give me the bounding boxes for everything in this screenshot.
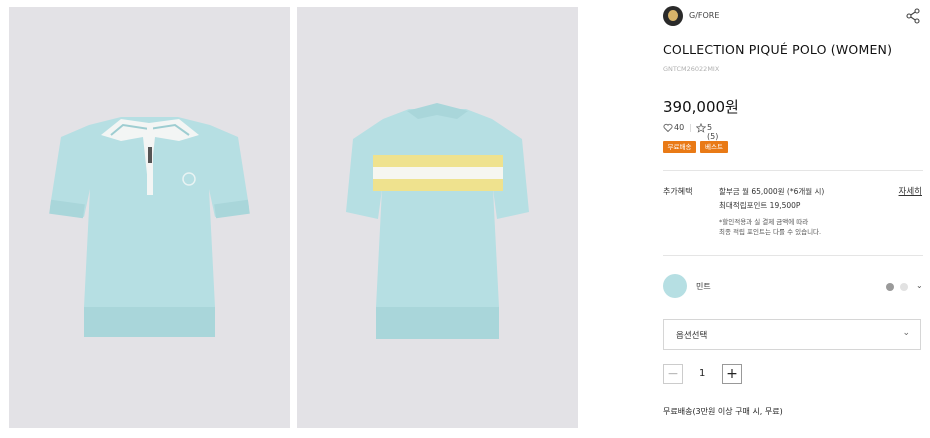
product-price: 390,000원 xyxy=(663,98,739,116)
benefits-note-2: 최종 적립 포인트는 다를 수 있습니다. xyxy=(719,228,822,236)
chevron-down-icon: ⌄ xyxy=(902,328,910,338)
meta-divider: | xyxy=(689,123,692,132)
polo-front-illustration xyxy=(49,117,250,337)
divider xyxy=(663,255,923,256)
quantity-plus-button[interactable]: + xyxy=(722,364,742,384)
benefits-note-1: *할인적용과 실 결제 금액에 따라 xyxy=(719,218,809,226)
quantity-minus-button[interactable]: − xyxy=(663,364,683,384)
color-name: 민트 xyxy=(696,282,711,291)
badge-free-shipping: 무료배송 xyxy=(663,141,696,153)
divider xyxy=(663,170,923,171)
share-icon[interactable] xyxy=(905,8,921,24)
chevron-down-icon[interactable]: ⌄ xyxy=(916,281,923,290)
option-select[interactable]: 옵션선택 ⌄ xyxy=(663,319,921,350)
heart-icon[interactable] xyxy=(663,123,673,135)
polo-back-illustration xyxy=(346,103,529,339)
product-code: GNTCM26022MIX xyxy=(663,65,720,73)
product-info-panel: G/FORE COLLECTION PIQUÉ POLO (WOMEN) GNT… xyxy=(663,0,925,438)
badge-best: 베스트 xyxy=(700,141,728,153)
color-swatch[interactable] xyxy=(663,274,687,298)
shipping-info: 무료배송(3만원 이상 구매 시, 무료) xyxy=(663,407,783,416)
points-text: 최대적립포인트 19,500P xyxy=(719,201,801,210)
benefits-label: 추가혜택 xyxy=(663,187,693,196)
brand-avatar-icon[interactable] xyxy=(663,6,683,26)
option-select-label: 옵션선택 xyxy=(676,331,708,341)
color-option-light-gray[interactable] xyxy=(900,283,908,291)
brand-name[interactable]: G/FORE xyxy=(689,11,719,20)
brand-row: G/FORE xyxy=(663,6,925,28)
product-title: COLLECTION PIQUÉ POLO (WOMEN) xyxy=(663,42,893,57)
product-image-front[interactable] xyxy=(9,7,290,428)
benefits-detail-link[interactable]: 자세히 xyxy=(899,185,922,197)
quantity-value[interactable]: 1 xyxy=(699,368,705,379)
installment-text: 할부금 월 65,000원 (*6개월 시) xyxy=(719,187,825,196)
product-image-back[interactable] xyxy=(297,7,578,428)
star-icon xyxy=(695,122,707,135)
like-count: 40 xyxy=(674,123,685,132)
color-option-dark-gray[interactable] xyxy=(886,283,894,291)
